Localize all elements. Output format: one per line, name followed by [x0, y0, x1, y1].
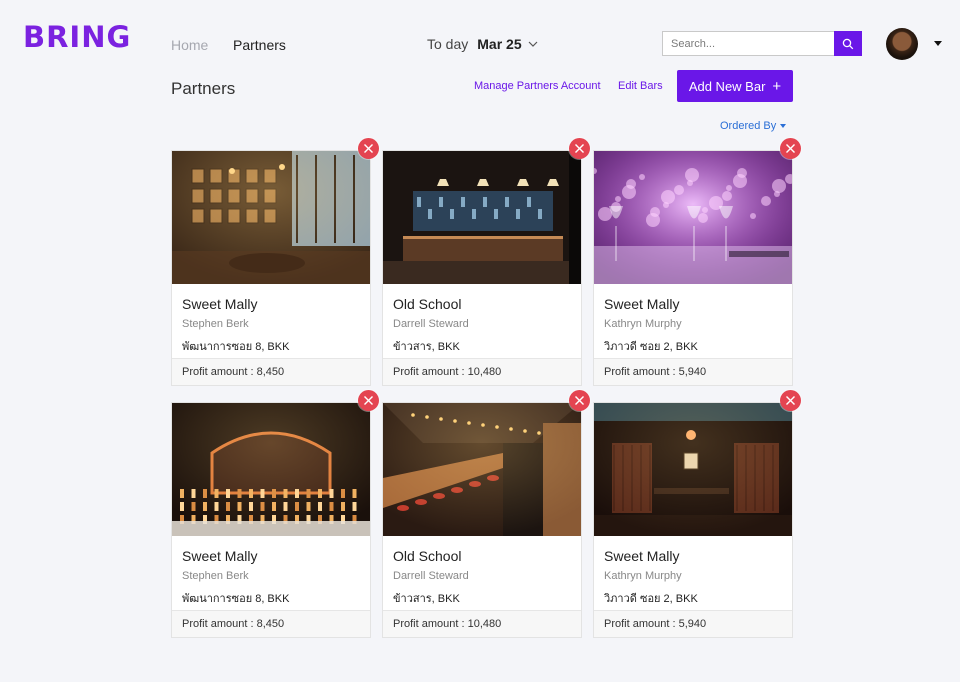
date-value: Mar 25: [477, 36, 522, 52]
close-icon: [364, 144, 373, 153]
delete-bar-button[interactable]: [569, 390, 590, 411]
bar-photo: [383, 403, 581, 536]
bar-owner: Kathryn Murphy: [604, 318, 682, 330]
bar-photo: [172, 403, 370, 536]
bar-name: Old School: [393, 296, 462, 312]
ordered-by-dropdown[interactable]: Ordered By: [720, 120, 787, 132]
close-icon: [786, 144, 795, 153]
brand-logo[interactable]: BRING: [23, 20, 131, 54]
close-icon: [575, 144, 584, 153]
bar-owner: Stephen Berk: [182, 570, 249, 582]
profit-amount: Profit amount : 10,480: [383, 610, 581, 637]
nav-home-link[interactable]: Home: [171, 37, 208, 53]
search-input[interactable]: [662, 31, 834, 56]
page-title: Partners: [171, 79, 236, 98]
bar-name: Sweet Mally: [604, 296, 680, 312]
bar-card[interactable]: Old School Darrell Steward ข้าวสาร, BKK Pro…: [382, 150, 582, 386]
delete-bar-button[interactable]: [358, 138, 379, 159]
account-menu-caret-icon[interactable]: [934, 41, 942, 46]
close-icon: [786, 396, 795, 405]
bar-photo: [594, 151, 792, 284]
bar-owner: Stephen Berk: [182, 318, 249, 330]
bar-address: พัฒนาการซอย 8, BKK: [182, 593, 290, 605]
date-selector[interactable]: To day Mar 25: [427, 36, 538, 52]
profit-amount: Profit amount : 8,450: [172, 610, 370, 637]
caret-down-icon: [780, 124, 787, 128]
bar-card[interactable]: Sweet Mally Kathryn Murphy วิภาวดี ซอย 2, …: [593, 402, 793, 638]
delete-bar-button[interactable]: [780, 390, 801, 411]
bar-card[interactable]: Sweet Mally Stephen Berk พัฒนาการซอย 8, BK…: [171, 150, 371, 386]
close-icon: [575, 396, 584, 405]
chevron-down-icon: [528, 41, 538, 47]
bar-name: Sweet Mally: [604, 548, 680, 564]
profit-amount: Profit amount : 8,450: [172, 358, 370, 385]
add-new-bar-button[interactable]: Add New Bar +: [677, 70, 793, 102]
bar-address: ข้าวสาร, BKK: [393, 341, 460, 353]
bar-address: วิภาวดี ซอย 2, BKK: [604, 341, 698, 353]
bar-card[interactable]: Sweet Mally Stephen Berk พัฒนาการซอย 8, BK…: [171, 402, 371, 638]
bar-card[interactable]: Sweet Mally Kathryn Murphy วิภาวดี ซอย 2, …: [593, 150, 793, 386]
plus-icon: +: [772, 77, 782, 95]
profit-amount: Profit amount : 10,480: [383, 358, 581, 385]
bar-name: Sweet Mally: [182, 296, 258, 312]
bar-photo: [594, 403, 792, 536]
search-icon: [842, 38, 854, 49]
bar-owner: Darrell Steward: [393, 318, 469, 330]
avatar[interactable]: [886, 28, 918, 60]
profit-amount: Profit amount : 5,940: [594, 358, 792, 385]
edit-bars-link[interactable]: Edit Bars: [618, 80, 663, 92]
bar-address: พัฒนาการซอย 8, BKK: [182, 341, 290, 353]
bar-photo: [383, 151, 581, 284]
bar-card[interactable]: Old School Darrell Steward ข้าวสาร, BKK Pro…: [382, 402, 582, 638]
bar-name: Old School: [393, 548, 462, 564]
bar-owner: Darrell Steward: [393, 570, 469, 582]
bar-address: วิภาวดี ซอย 2, BKK: [604, 593, 698, 605]
manage-partners-account-link[interactable]: Manage Partners Account: [474, 80, 601, 92]
date-label: To day: [427, 36, 469, 52]
add-new-bar-label: Add New Bar: [688, 78, 766, 94]
delete-bar-button[interactable]: [358, 390, 379, 411]
bar-address: ข้าวสาร, BKK: [393, 593, 460, 605]
bar-name: Sweet Mally: [182, 548, 258, 564]
delete-bar-button[interactable]: [780, 138, 801, 159]
bar-owner: Kathryn Murphy: [604, 570, 682, 582]
close-icon: [364, 396, 373, 405]
nav-partners-link[interactable]: Partners: [233, 37, 286, 53]
bar-photo: [172, 151, 370, 284]
delete-bar-button[interactable]: [569, 138, 590, 159]
ordered-by-label: Ordered By: [720, 120, 777, 132]
search-button[interactable]: [834, 31, 862, 56]
profit-amount: Profit amount : 5,940: [594, 610, 792, 637]
